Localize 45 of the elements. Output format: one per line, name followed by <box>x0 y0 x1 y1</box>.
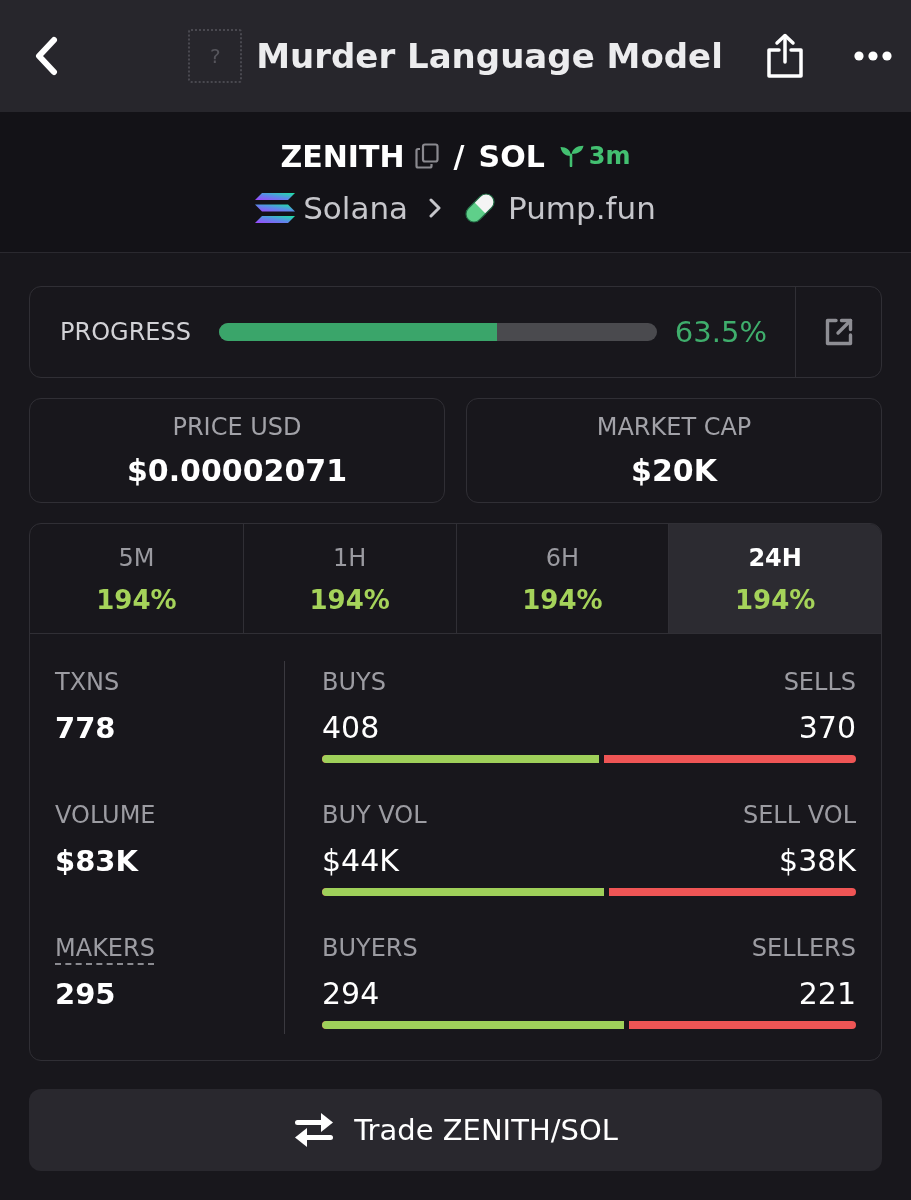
buy-value: $44K <box>322 842 399 880</box>
stat-card-label: PRICE USD <box>172 412 302 442</box>
chevron-right-icon <box>429 198 442 218</box>
progress-percent: 63.5% <box>674 315 767 349</box>
buy-label: BUYS <box>322 667 386 698</box>
timeframe-tab[interactable]: 5M 194% <box>30 524 243 633</box>
stat-card-value: $0.00002071 <box>126 452 348 490</box>
token-title: Murder Language Model <box>256 36 723 76</box>
more-icon[interactable] <box>854 51 892 61</box>
copy-icon[interactable] <box>414 143 439 169</box>
buy-value: 294 <box>322 975 380 1013</box>
progress-label: PROGRESS <box>60 318 191 346</box>
sell-label: SELLS <box>783 667 856 698</box>
question-mark: ? <box>209 44 221 68</box>
buy-label: BUY VOL <box>322 800 427 831</box>
stat-card-label: MARKET CAP <box>596 412 752 442</box>
solana-icon <box>255 193 296 223</box>
swap-icon <box>293 1112 336 1148</box>
metric-value: 778 <box>55 710 116 747</box>
pair-separator: / <box>453 138 465 174</box>
sell-label: SELL VOL <box>742 800 856 831</box>
timeframe-tab[interactable]: 24H 194% <box>668 524 881 633</box>
sell-value: 221 <box>798 975 856 1013</box>
base-symbol: ZENITH <box>280 138 405 174</box>
metric-label: MAKERS <box>55 933 155 964</box>
share-icon[interactable] <box>766 33 804 79</box>
metric-value: $83K <box>55 843 138 880</box>
metric-label: TXNS <box>55 667 120 698</box>
sell-value: $38K <box>779 842 856 880</box>
sell-label: SELLERS <box>751 933 856 964</box>
pair-age: 3m <box>588 142 631 170</box>
buy-value: 408 <box>322 709 380 747</box>
external-link-icon[interactable] <box>823 317 854 347</box>
back-icon[interactable] <box>33 36 59 76</box>
quote-symbol: SOL <box>478 138 545 174</box>
sprout-icon <box>559 145 584 167</box>
stat-card-value: $20K <box>631 452 717 490</box>
trade-button[interactable]: Trade ZENITH/SOL <box>29 1089 882 1171</box>
timeframe-tab[interactable]: 1H 194% <box>242 524 456 633</box>
dex-name[interactable]: Pump.fun <box>508 190 656 226</box>
buy-label: BUYERS <box>322 933 418 964</box>
metric-label: VOLUME <box>55 800 156 831</box>
sell-value: 370 <box>798 709 856 747</box>
chain-name[interactable]: Solana <box>303 190 409 226</box>
metric-value: 295 <box>55 976 116 1013</box>
